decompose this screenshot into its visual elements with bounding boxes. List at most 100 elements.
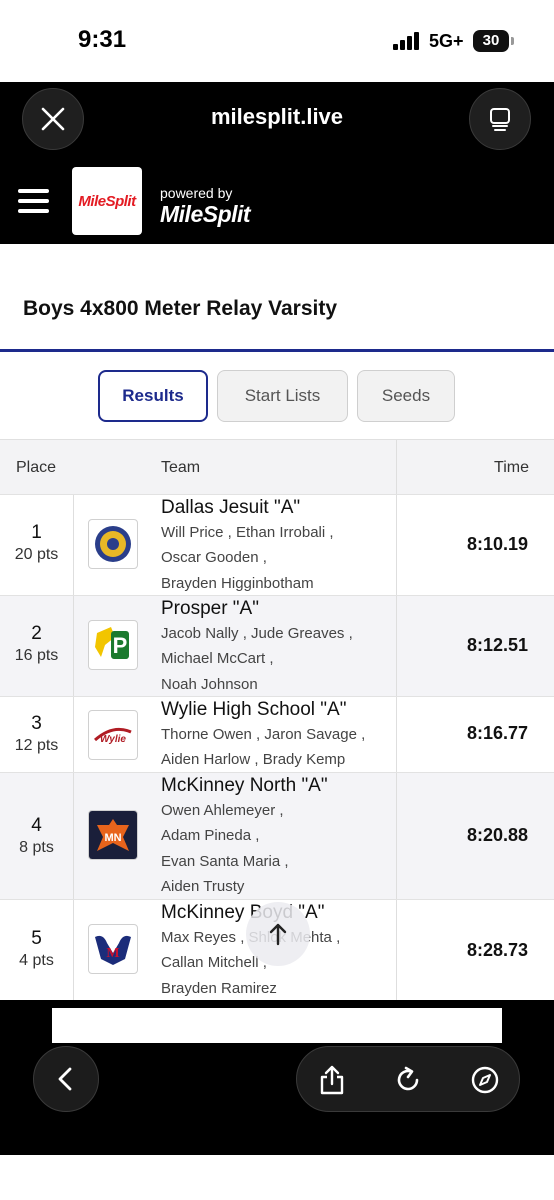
- runner-line: Aiden Harlow , Brady Kemp: [161, 751, 346, 769]
- team-name[interactable]: Dallas Jesuit "A": [161, 497, 300, 519]
- header-team[interactable]: Team: [161, 459, 200, 477]
- tab-results[interactable]: Results: [98, 370, 208, 422]
- place-points: 12 pts: [14, 737, 59, 754]
- column-divider: [396, 697, 397, 772]
- finish-time: 8:20.88: [466, 825, 528, 845]
- place-points: 16 pts: [14, 647, 59, 664]
- battery-tip: [511, 37, 514, 45]
- runner-line: Thorne Owen , Jaron Savage ,: [161, 726, 366, 743]
- runner-line: Will Price , Ethan Irrobali ,: [161, 524, 334, 541]
- place-number: 5: [31, 928, 42, 949]
- prosper-eagle-icon: P: [95, 627, 129, 659]
- column-divider: [73, 495, 74, 595]
- header-place[interactable]: Place: [16, 459, 56, 477]
- table-row[interactable]: 2 16 pts P Prosper "A" Jacob Nally , Jud…: [0, 595, 554, 696]
- runner-line: Michael McCart ,: [161, 650, 274, 668]
- status-bar: 9:31 5G+ 30: [0, 0, 554, 82]
- back-button[interactable]: [33, 1046, 99, 1112]
- dallas-jesuit-seal-icon: [95, 526, 131, 562]
- site-logo-text: MileSplit: [78, 192, 136, 210]
- share-button[interactable]: [315, 1063, 349, 1097]
- runner-list: Owen Ahlemeyer , Adam Pineda , Evan Sant…: [161, 798, 289, 899]
- table-row[interactable]: 1 20 pts Dallas Jesuit "A" Will Price , …: [0, 494, 554, 595]
- column-divider: [396, 773, 397, 899]
- team-name[interactable]: McKinney North "A": [161, 775, 328, 797]
- battery-icon: 30: [473, 30, 509, 52]
- place-points: 8 pts: [19, 839, 54, 856]
- back-icon: [58, 1067, 72, 1091]
- event-title: Boys 4x800 Meter Relay Varsity: [23, 297, 338, 320]
- scroll-top-icon: [269, 923, 287, 946]
- page-preview-strip: [52, 1008, 502, 1043]
- tabs-icon: [490, 108, 510, 131]
- browser-header: milesplit.live MileSplit powered by Mile…: [0, 82, 554, 244]
- svg-text:Wylie: Wylie: [100, 734, 126, 745]
- runner-line: Noah Johnson: [161, 675, 258, 693]
- place-number: 2: [31, 623, 42, 644]
- finish-time: 8:12.51: [466, 635, 528, 655]
- team-logo: P: [88, 620, 138, 670]
- place-points: 4 pts: [19, 952, 54, 969]
- place-number: 3: [31, 713, 42, 734]
- scroll-top-button[interactable]: [246, 902, 310, 966]
- tab-start-lists[interactable]: Start Lists: [217, 370, 348, 422]
- runner-line: Jacob Nally , Jude Greaves ,: [161, 625, 353, 642]
- finish-time: 8:28.73: [466, 940, 528, 960]
- network-label: 5G+: [429, 31, 464, 51]
- column-divider: [396, 900, 397, 1000]
- compass-icon: [471, 1066, 499, 1094]
- header-time[interactable]: Time: [494, 459, 529, 477]
- column-divider: [396, 596, 397, 696]
- runner-line: Evan Santa Maria ,: [161, 852, 289, 870]
- mckinney-boyd-icon: M: [95, 935, 131, 965]
- place-number: 1: [31, 522, 42, 543]
- browser-toolbar: [0, 1000, 554, 1155]
- runner-line: Brayden Higginbotham: [161, 574, 314, 592]
- place-points: 20 pts: [14, 546, 59, 563]
- team-logo: MN: [88, 810, 138, 860]
- signal-icon: [393, 32, 421, 50]
- tabs-button[interactable]: [469, 88, 531, 150]
- runner-list: Thorne Owen , Jaron Savage , Aiden Harlo…: [161, 722, 365, 773]
- runner-line: Oscar Gooden ,: [161, 549, 267, 567]
- status-time: 9:31: [78, 26, 127, 53]
- share-icon: [320, 1065, 344, 1095]
- team-name[interactable]: Prosper "A": [161, 598, 259, 620]
- runner-list: Will Price , Ethan Irrobali , Oscar Good…: [161, 520, 334, 596]
- action-pill: [296, 1046, 520, 1112]
- column-divider: [396, 440, 397, 494]
- table-header: Place Team Time: [0, 439, 554, 494]
- team-logo: [88, 519, 138, 569]
- title-divider: [0, 349, 554, 352]
- hamburger-icon[interactable]: [18, 189, 49, 213]
- svg-text:MN: MN: [104, 832, 121, 844]
- place-number: 4: [31, 815, 42, 836]
- finish-time: 8:10.19: [466, 534, 528, 554]
- team-logo: M: [88, 924, 138, 974]
- reload-icon: [397, 1066, 419, 1091]
- runner-line: Aiden Trusty: [161, 877, 245, 895]
- team-logo: Wylie: [88, 710, 138, 760]
- column-divider: [73, 773, 74, 899]
- runner-line: Callan Mitchell ,: [161, 954, 267, 972]
- reload-button[interactable]: [391, 1063, 425, 1097]
- svg-text:P: P: [113, 633, 128, 658]
- powered-by-label: powered by: [160, 185, 233, 201]
- table-row[interactable]: 4 8 pts MN McKinney North "A" Owen Ahlem…: [0, 772, 554, 899]
- home-indicator-area: [0, 1155, 554, 1200]
- runner-line: Brayden Ramirez: [161, 979, 277, 997]
- powered-by-logo: MileSplit: [160, 201, 251, 227]
- runner-list: Jacob Nally , Jude Greaves , Michael McC…: [161, 621, 353, 697]
- column-divider: [73, 900, 74, 1000]
- site-logo[interactable]: MileSplit: [72, 167, 142, 235]
- compass-button[interactable]: [468, 1063, 502, 1097]
- svg-text:M: M: [106, 946, 119, 961]
- table-row[interactable]: 3 12 pts Wylie Wylie High School "A" Tho…: [0, 696, 554, 772]
- column-divider: [73, 596, 74, 696]
- results-tabs: Results Start Lists Seeds: [0, 370, 554, 422]
- mckinney-north-icon: MN: [89, 811, 137, 859]
- finish-time: 8:16.77: [466, 723, 528, 743]
- team-name[interactable]: Wylie High School "A": [161, 699, 346, 721]
- tab-seeds[interactable]: Seeds: [357, 370, 455, 422]
- column-divider: [396, 495, 397, 595]
